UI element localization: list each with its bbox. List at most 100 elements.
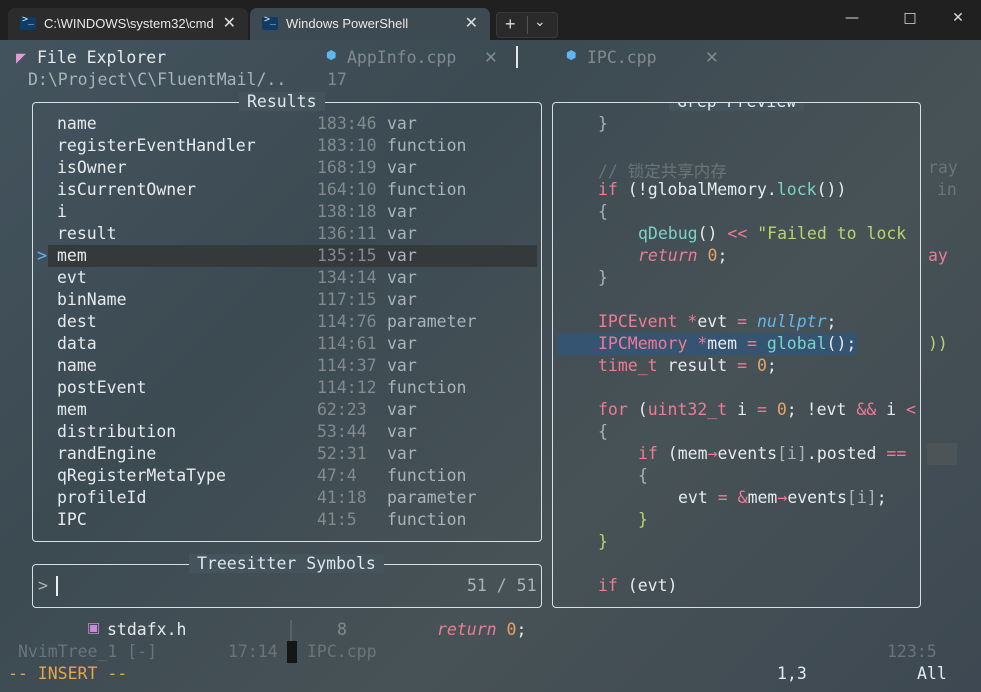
code-comment: // 锁定共享内存 bbox=[598, 162, 727, 181]
result-row[interactable]: randEngine 52:31 var bbox=[50, 444, 530, 466]
maximize-button[interactable]: □ bbox=[895, 10, 925, 32]
result-name: data bbox=[57, 334, 97, 353]
cpp-file-icon: ⬢ bbox=[566, 48, 577, 62]
file-statusline: IPC.cpp bbox=[307, 642, 377, 661]
result-row[interactable]: name 183:46 var bbox=[50, 114, 530, 136]
result-row[interactable]: mem 135:15 var bbox=[50, 246, 530, 268]
close-icon[interactable]: ✕ bbox=[705, 48, 719, 67]
preview-code: } // 锁定共享内存 if (!globalMemory.lock()) { … bbox=[554, 104, 919, 606]
result-position: 168:19 bbox=[317, 158, 377, 177]
close-tab-icon[interactable]: ✕ bbox=[465, 13, 478, 33]
result-position: 135:15 bbox=[317, 246, 377, 265]
result-name: evt bbox=[57, 268, 87, 287]
close-tab-icon[interactable]: ✕ bbox=[223, 13, 236, 33]
result-kind: parameter bbox=[387, 488, 477, 507]
nvimtree-icon: ◤ bbox=[16, 48, 26, 67]
result-row[interactable]: registerEventHandler 183:10 function bbox=[50, 136, 530, 158]
search-input[interactable] bbox=[56, 576, 58, 596]
code-brace: } bbox=[598, 532, 608, 551]
result-position: 52:31 bbox=[317, 444, 367, 463]
result-name: distribution bbox=[57, 422, 177, 441]
result-row[interactable]: dest 114:76 parameter bbox=[50, 312, 530, 334]
tree-cursor-position: 17:14 bbox=[228, 642, 278, 661]
result-row[interactable]: qRegisterMetaType 47:4 function bbox=[50, 466, 530, 488]
background-code: ray bbox=[928, 158, 958, 177]
chevron-down-icon[interactable]: ⌄ bbox=[534, 14, 546, 30]
new-tab-button[interactable]: + bbox=[505, 14, 516, 35]
code-line: qDebug() << "Failed to lock bbox=[638, 224, 907, 243]
file-cursor-position: 123:5 bbox=[887, 642, 937, 661]
result-row[interactable]: distribution 53:44 var bbox=[50, 422, 530, 444]
result-position: 117:15 bbox=[317, 290, 377, 309]
result-position: 53:44 bbox=[317, 422, 367, 441]
explorer-path: D:\Project\C\FluentMail/.. bbox=[28, 70, 287, 89]
result-row[interactable]: IPC 41:5 function bbox=[50, 510, 530, 532]
prompt-panel: Treesitter Symbols bbox=[32, 554, 542, 608]
result-row[interactable]: i 138:18 var bbox=[50, 202, 530, 224]
result-kind: var bbox=[387, 158, 417, 177]
result-kind: var bbox=[387, 400, 417, 419]
result-row[interactable]: profileId 41:18 parameter bbox=[50, 488, 530, 510]
close-icon[interactable]: ✕ bbox=[484, 48, 498, 67]
code-brace: } bbox=[598, 268, 608, 287]
line-number: 17 bbox=[327, 70, 347, 89]
minimize-button[interactable]: — bbox=[837, 10, 867, 32]
cursor-position: 1,3 bbox=[777, 664, 807, 683]
result-name: mem bbox=[57, 400, 87, 419]
prompt-title: Treesitter Symbols bbox=[189, 554, 384, 573]
result-position: 41:5 bbox=[317, 510, 357, 529]
cpp-file-icon: ⬢ bbox=[326, 48, 337, 62]
result-row[interactable]: name 114:37 var bbox=[50, 356, 530, 378]
prompt-symbol: > bbox=[38, 576, 48, 595]
result-name: name bbox=[57, 356, 97, 375]
tab-appinfo[interactable]: AppInfo.cpp bbox=[347, 48, 456, 67]
result-kind: var bbox=[387, 422, 417, 441]
code-line: evt = &mem→events[i]; bbox=[678, 488, 887, 507]
window-separator bbox=[290, 620, 292, 642]
code-line: return 0; bbox=[638, 246, 728, 265]
divider bbox=[527, 16, 528, 34]
result-name: name bbox=[57, 114, 97, 133]
tab-ipc[interactable]: IPC.cpp bbox=[587, 48, 657, 67]
result-name: binName bbox=[57, 290, 127, 309]
tree-file-item[interactable]: stdafx.h bbox=[107, 620, 186, 639]
result-row[interactable]: mem 62:23 var bbox=[50, 400, 530, 422]
code-brace: } bbox=[598, 114, 608, 133]
result-row[interactable]: data 114:61 var bbox=[50, 334, 530, 356]
result-position: 134:14 bbox=[317, 268, 377, 287]
statusline-separator bbox=[287, 641, 297, 663]
result-name: registerEventHandler bbox=[57, 136, 256, 155]
code-brace: { bbox=[638, 466, 648, 485]
background-code: in bbox=[937, 180, 957, 199]
close-window-button[interactable]: ✕ bbox=[943, 10, 973, 32]
result-row[interactable]: evt 134:14 var bbox=[50, 268, 530, 290]
tab-cmd[interactable]: C:\WINDOWS\system32\cmd.e ✕ bbox=[8, 8, 248, 40]
tab-separator bbox=[516, 46, 518, 68]
cursor-block-background bbox=[927, 443, 957, 465]
result-row[interactable]: isOwner 168:19 var bbox=[50, 158, 530, 180]
header-file-icon: ▣ bbox=[87, 620, 101, 636]
result-kind: var bbox=[387, 334, 417, 353]
code-line: return 0; bbox=[437, 620, 527, 639]
result-position: 183:10 bbox=[317, 136, 377, 155]
new-tab-group: + ⌄ bbox=[496, 12, 558, 38]
result-name: profileId bbox=[57, 488, 147, 507]
tab-powershell[interactable]: Windows PowerShell ✕ bbox=[250, 8, 490, 40]
result-row[interactable]: result 136:11 var bbox=[50, 224, 530, 246]
result-kind: var bbox=[387, 224, 417, 243]
result-name: postEvent bbox=[57, 378, 147, 397]
result-row[interactable]: binName 117:15 var bbox=[50, 290, 530, 312]
result-position: 114:76 bbox=[317, 312, 377, 331]
result-kind: var bbox=[387, 246, 417, 265]
result-name: isOwner bbox=[57, 158, 127, 177]
code-brace: { bbox=[598, 422, 608, 441]
result-kind: var bbox=[387, 444, 417, 463]
tab-title: C:\WINDOWS\system32\cmd.e bbox=[44, 16, 214, 31]
result-name: IPC bbox=[57, 510, 87, 529]
result-kind: var bbox=[387, 202, 417, 221]
result-row[interactable]: isCurrentOwner 164:10 function bbox=[50, 180, 530, 202]
result-position: 164:10 bbox=[317, 180, 377, 199]
code-brace: } bbox=[638, 510, 648, 529]
result-row[interactable]: postEvent 114:12 function bbox=[50, 378, 530, 400]
file-explorer-title[interactable]: File Explorer bbox=[37, 48, 166, 67]
